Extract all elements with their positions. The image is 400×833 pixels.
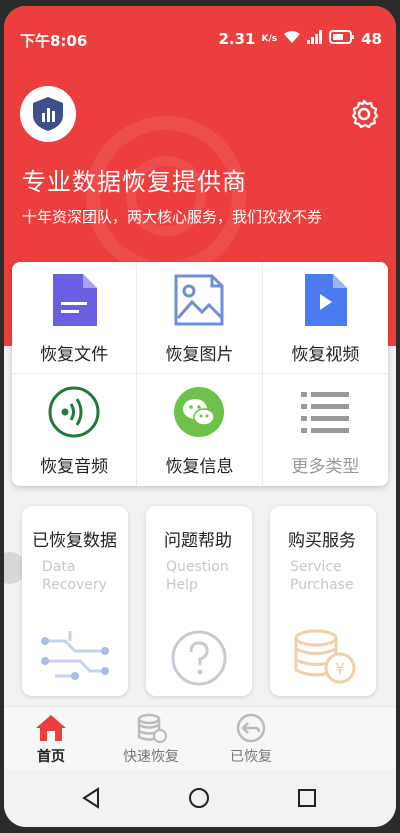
coins-icon: ¥ [294, 629, 356, 684]
card-subtitle: Question Help [166, 559, 229, 593]
settings-button[interactable] [348, 98, 380, 130]
page-title: 专业数据恢复提供商 [22, 168, 247, 196]
undo-icon [236, 713, 266, 743]
card-help[interactable]: 问题帮助 Question Help [146, 506, 252, 696]
grid-item-label: 恢复信息 [165, 457, 234, 477]
grid-item-label: 恢复图片 [165, 345, 234, 365]
grid-item-more[interactable]: 更多类型 [263, 374, 388, 486]
home-icon [36, 715, 66, 741]
battery-level: 48 [361, 30, 382, 48]
grid-item-label: 恢复音频 [40, 457, 109, 477]
wifi-icon [283, 30, 301, 48]
file-icon [46, 272, 102, 328]
image-icon [171, 272, 227, 328]
tab-recovered[interactable]: 已恢复 [216, 713, 286, 766]
app-logo [20, 86, 76, 142]
recovery-type-grid: 恢复文件 恢复图片 恢复视频 恢复音频 恢复信息 更多类型 [12, 262, 388, 486]
card-title: 问题帮助 [164, 531, 232, 551]
card-subtitle: Service Purchase [290, 559, 354, 593]
gear-icon [351, 99, 379, 129]
card-recovered-data[interactable]: 已恢复数据 Data Recovery [22, 506, 128, 696]
question-icon [171, 630, 227, 686]
home-circle-icon[interactable] [188, 787, 210, 809]
card-title: 购买服务 [288, 531, 356, 551]
card-purchase[interactable]: 购买服务 Service Purchase ¥ [270, 506, 376, 696]
signal-icon [307, 30, 323, 48]
status-bar: 下午8:06 2.31 K/s 48 [4, 6, 396, 62]
grid-item-video[interactable]: 恢复视频 [262, 262, 388, 374]
battery-icon [329, 30, 355, 48]
card-title: 已恢复数据 [32, 531, 117, 551]
recents-icon[interactable] [296, 787, 318, 809]
page-subtitle: 十年资深团队，两大核心服务，我们孜孜不券 [22, 208, 323, 226]
grid-item-message[interactable]: 恢复信息 [137, 374, 263, 486]
status-time: 下午8:06 [20, 32, 88, 50]
wechat-icon [171, 384, 227, 440]
bottom-tab-bar: 首页 快速恢复 已恢复 [4, 706, 396, 770]
service-cards: 已恢复数据 Data Recovery 问题帮助 Question Help 购买服… [4, 506, 396, 706]
tab-label: 已恢复 [230, 749, 272, 765]
grid-item-label: 更多类型 [291, 457, 360, 477]
back-icon[interactable] [80, 787, 102, 809]
status-right: 2.31 K/s 48 [218, 30, 382, 48]
tab-label: 首页 [37, 749, 65, 765]
shield-icon [33, 97, 63, 131]
network-speed-unit: K/s [261, 34, 278, 44]
grid-item-file[interactable]: 恢复文件 [12, 262, 138, 374]
grid-item-label: 恢复视频 [291, 345, 360, 365]
list-icon [297, 384, 353, 440]
tab-label: 快速恢复 [123, 749, 179, 765]
network-speed: 2.31 [218, 30, 256, 48]
svg-text:¥: ¥ [335, 659, 345, 678]
tab-home[interactable]: 首页 [16, 713, 86, 766]
grid-item-audio[interactable]: 恢复音频 [12, 374, 138, 486]
video-icon [297, 272, 353, 328]
system-nav-bar [4, 770, 396, 827]
grid-item-label: 恢复文件 [40, 345, 109, 365]
card-subtitle: Data Recovery [42, 559, 107, 593]
database-icon [137, 713, 167, 743]
tab-quick-recover[interactable]: 快速恢复 [116, 713, 186, 766]
audio-icon [46, 384, 102, 440]
circuit-icon [41, 631, 109, 680]
grid-item-image[interactable]: 恢复图片 [137, 262, 263, 374]
phone-screen: 下午8:06 2.31 K/s 48 专业数据恢复提供商 十年资深团队，两大核心… [4, 6, 396, 827]
